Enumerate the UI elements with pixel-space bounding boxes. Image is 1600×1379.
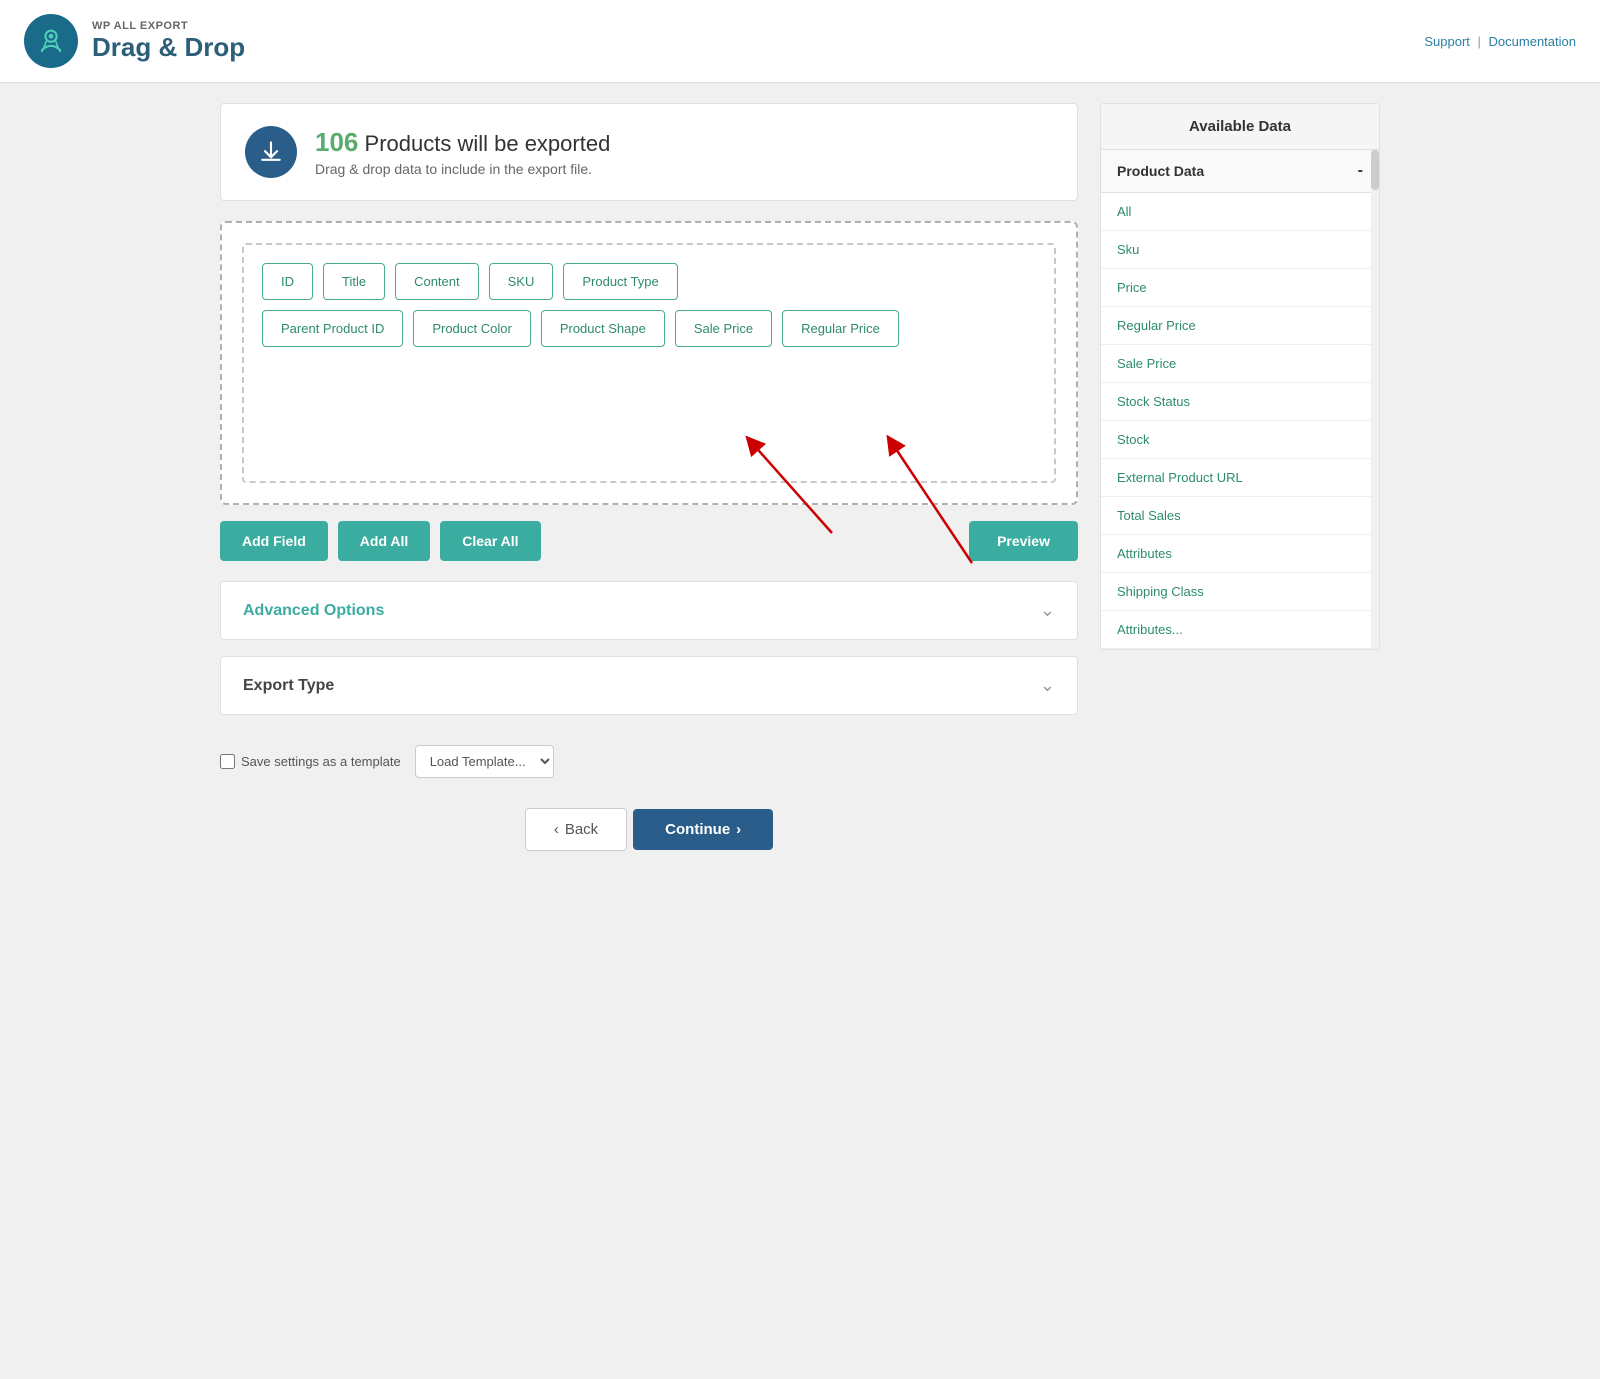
data-item-stock[interactable]: Stock	[1101, 421, 1379, 459]
available-data-header: Available Data	[1101, 104, 1379, 150]
data-item-attributes-extra[interactable]: Attributes...	[1101, 611, 1379, 649]
action-bar: Add Field Add All Clear All Preview	[220, 521, 1078, 561]
field-content[interactable]: Content	[395, 263, 479, 300]
field-product-type[interactable]: Product Type	[563, 263, 677, 300]
field-row-1: ID Title Content SKU Product Type	[262, 263, 1036, 300]
app-logo	[24, 14, 78, 68]
app-header: WP ALL EXPORT Drag & Drop Support | Docu…	[0, 0, 1600, 83]
advanced-options-section[interactable]: Advanced Options ⌄	[220, 581, 1078, 640]
app-title: Drag & Drop	[92, 32, 245, 63]
load-template-select[interactable]: Load Template...	[415, 745, 554, 778]
header-links: Support | Documentation	[1424, 34, 1576, 49]
data-item-price[interactable]: Price	[1101, 269, 1379, 307]
save-template-checkbox[interactable]	[220, 754, 235, 769]
add-field-button[interactable]: Add Field	[220, 521, 328, 561]
data-item-stock-status[interactable]: Stock Status	[1101, 383, 1379, 421]
field-title[interactable]: Title	[323, 263, 385, 300]
data-items-list: All Sku Price Regular Price Sale Price S…	[1101, 193, 1379, 649]
data-item-sku[interactable]: Sku	[1101, 231, 1379, 269]
footer-bar: Save settings as a template Load Templat…	[220, 735, 1078, 798]
title-group: WP ALL EXPORT Drag & Drop	[92, 20, 245, 63]
data-item-regular-price[interactable]: Regular Price	[1101, 307, 1379, 345]
back-label: Back	[565, 821, 598, 838]
advanced-options-chevron-icon: ⌄	[1040, 600, 1055, 621]
export-subtitle: Drag & drop data to include in the expor…	[315, 161, 610, 177]
dnd-area[interactable]: ID Title Content SKU Product Type Parent…	[220, 221, 1078, 505]
export-icon	[245, 126, 297, 178]
export-text: 106 Products will be exported Drag & dro…	[315, 127, 610, 177]
scroll-thumb[interactable]	[1371, 150, 1379, 190]
field-regular-price[interactable]: Regular Price	[782, 310, 899, 347]
nav-buttons: ‹ Back Continue ›	[220, 808, 1078, 851]
continue-label: Continue	[665, 821, 730, 838]
save-template-label: Save settings as a template	[241, 754, 401, 769]
data-item-external-product-url[interactable]: External Product URL	[1101, 459, 1379, 497]
main-container: 106 Products will be exported Drag & dro…	[200, 83, 1400, 871]
support-link[interactable]: Support	[1424, 34, 1470, 49]
field-parent-product-id[interactable]: Parent Product ID	[262, 310, 403, 347]
preview-button[interactable]: Preview	[969, 521, 1078, 561]
scroll-track	[1371, 150, 1379, 649]
field-id[interactable]: ID	[262, 263, 313, 300]
continue-button[interactable]: Continue ›	[633, 809, 773, 850]
export-number: 106	[315, 127, 358, 157]
product-data-label: Product Data	[1117, 163, 1204, 179]
docs-link[interactable]: Documentation	[1489, 34, 1576, 49]
available-data-panel: Available Data Product Data - All Sku Pr…	[1100, 103, 1380, 650]
data-item-total-sales[interactable]: Total Sales	[1101, 497, 1379, 535]
logo-area: WP ALL EXPORT Drag & Drop	[24, 14, 245, 68]
field-sale-price[interactable]: Sale Price	[675, 310, 772, 347]
clear-all-button[interactable]: Clear All	[440, 521, 540, 561]
data-item-sale-price[interactable]: Sale Price	[1101, 345, 1379, 383]
export-banner: 106 Products will be exported Drag & dro…	[220, 103, 1078, 201]
left-panel: 106 Products will be exported Drag & dro…	[220, 103, 1078, 851]
export-type-label: Export Type	[243, 677, 334, 695]
field-row-2: Parent Product ID Product Color Product …	[262, 310, 1036, 347]
export-type-section[interactable]: Export Type ⌄	[220, 656, 1078, 715]
export-count: 106 Products will be exported	[315, 127, 610, 158]
product-data-collapse-icon: -	[1358, 162, 1363, 180]
field-product-color[interactable]: Product Color	[413, 310, 530, 347]
save-template-checkbox-label[interactable]: Save settings as a template	[220, 754, 401, 769]
export-count-text: Products will be exported	[365, 131, 611, 156]
data-item-all[interactable]: All	[1101, 193, 1379, 231]
data-item-attributes[interactable]: Attributes	[1101, 535, 1379, 573]
add-all-button[interactable]: Add All	[338, 521, 430, 561]
right-panel: Available Data Product Data - All Sku Pr…	[1100, 103, 1380, 851]
export-type-chevron-icon: ⌄	[1040, 675, 1055, 696]
dnd-wrapper: ID Title Content SKU Product Type Parent…	[220, 221, 1078, 505]
product-data-section[interactable]: Product Data -	[1101, 150, 1379, 193]
plugin-name: WP ALL EXPORT	[92, 20, 245, 32]
back-button[interactable]: ‹ Back	[525, 808, 627, 851]
data-item-shipping-class[interactable]: Shipping Class	[1101, 573, 1379, 611]
dnd-inner: ID Title Content SKU Product Type Parent…	[242, 243, 1056, 483]
field-sku[interactable]: SKU	[489, 263, 554, 300]
field-product-shape[interactable]: Product Shape	[541, 310, 665, 347]
advanced-options-label: Advanced Options	[243, 602, 384, 620]
back-chevron-icon: ‹	[554, 821, 559, 838]
continue-chevron-icon: ›	[736, 821, 741, 838]
